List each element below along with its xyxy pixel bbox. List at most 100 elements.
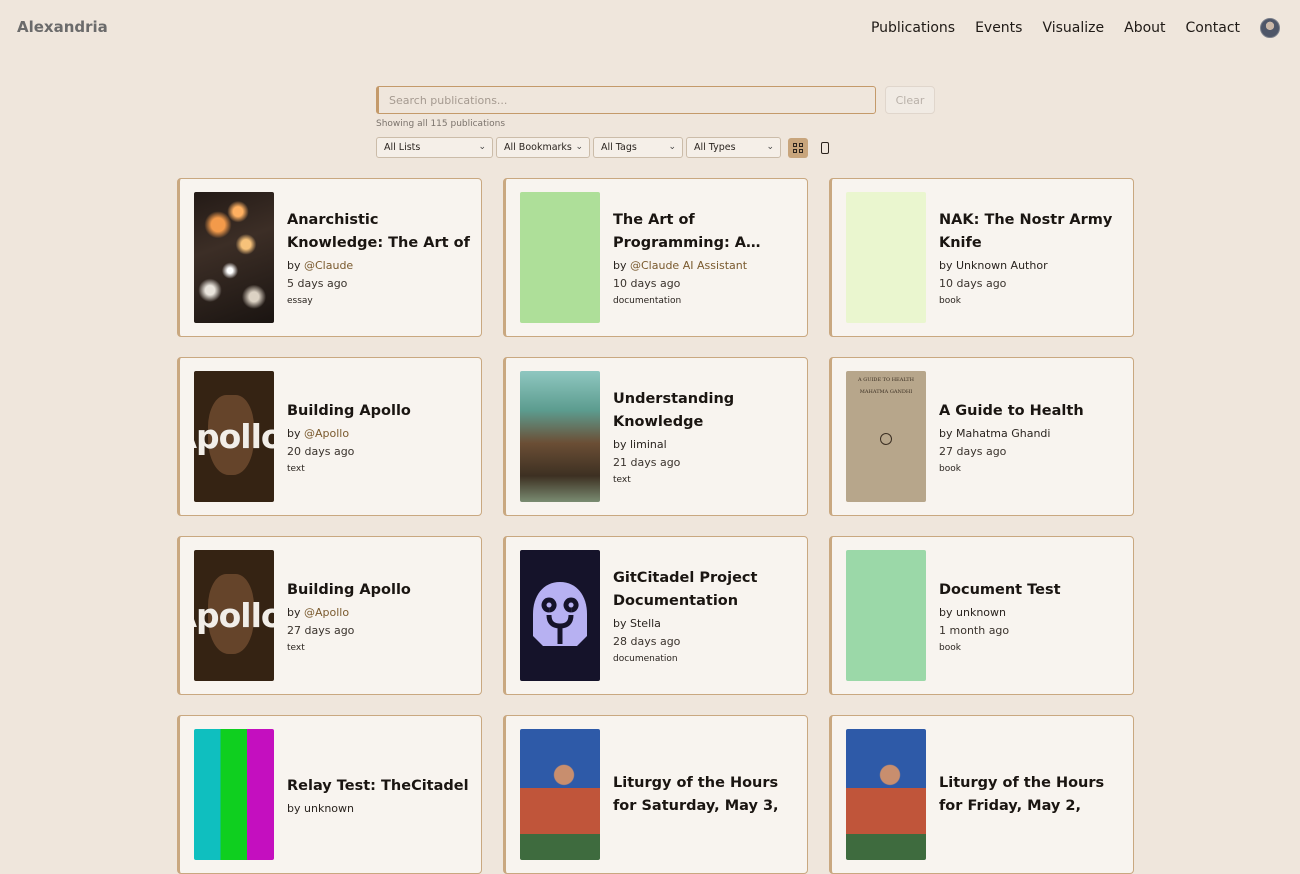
author-name-link[interactable]: @Claude AI Assistant bbox=[630, 259, 747, 272]
publication-card[interactable]: The Art of Programming: A… by @Claude AI … bbox=[503, 178, 808, 337]
publication-cover-image bbox=[520, 550, 600, 681]
seal-icon bbox=[880, 433, 892, 445]
publication-card[interactable]: GitCitadel Project Documentation by Stell… bbox=[503, 536, 808, 695]
publication-cover-image bbox=[520, 192, 600, 323]
author-name-link[interactable]: @Claude bbox=[304, 259, 353, 272]
publication-card[interactable]: Relay Test: TheCitadel by unknown bbox=[177, 715, 482, 874]
publication-type: documentation bbox=[613, 296, 682, 306]
publication-age: 27 days ago bbox=[287, 623, 355, 637]
publication-title[interactable]: Document Test bbox=[939, 579, 1123, 602]
publication-author: by @Apollo bbox=[287, 427, 471, 440]
publication-author: by @Claude AI Assistant bbox=[613, 259, 797, 272]
publication-grid: Anarchistic Knowledge: The Art of Thinki… bbox=[177, 178, 1134, 874]
publication-info: NAK: The Nostr Army Knife by Unknown Auth… bbox=[939, 179, 1123, 336]
publication-card[interactable]: Apollo Building Apollo by @Apollo 20 days a… bbox=[177, 357, 482, 516]
publication-title[interactable]: The Art of Programming: A… bbox=[613, 209, 797, 255]
publication-author: by Unknown Author bbox=[939, 259, 1123, 272]
publication-age: 1 month ago bbox=[939, 623, 1010, 637]
publication-age: 20 days ago bbox=[287, 444, 355, 458]
chevron-down-icon: ⌄ bbox=[766, 142, 774, 152]
publication-type: book bbox=[939, 296, 961, 306]
cover-author-text: MAHATMA GANDHI bbox=[859, 389, 913, 395]
publication-cover-image bbox=[194, 729, 274, 860]
clear-button[interactable]: Clear bbox=[885, 86, 935, 114]
search-bar: Clear bbox=[376, 86, 936, 114]
author-prefix: by bbox=[287, 801, 304, 815]
publication-title[interactable]: Relay Test: TheCitadel bbox=[287, 775, 471, 798]
publication-type: book bbox=[939, 642, 961, 653]
publication-author: by @Claude bbox=[287, 259, 471, 272]
publication-card[interactable]: Document Test by unknown 1 month ago book bbox=[829, 536, 1134, 695]
user-avatar[interactable] bbox=[1260, 18, 1280, 38]
publication-author: by Stella bbox=[613, 617, 797, 630]
publication-age: 10 days ago bbox=[939, 277, 1007, 290]
publication-type: book bbox=[939, 463, 961, 474]
publication-title[interactable]: GitCitadel Project Documentation bbox=[613, 567, 797, 613]
publication-cover-image bbox=[846, 192, 926, 323]
publication-author: by liminal bbox=[613, 438, 797, 451]
citadel-helmet-icon bbox=[533, 581, 587, 646]
author-name-link: liminal bbox=[630, 438, 667, 451]
publication-title[interactable]: Building Apollo bbox=[287, 400, 471, 423]
publication-title[interactable]: Anarchistic Knowledge: The Art of Thinki… bbox=[287, 209, 471, 255]
publication-info: Anarchistic Knowledge: The Art of Thinki… bbox=[287, 179, 471, 336]
publication-cover-image: Apollo bbox=[194, 550, 274, 681]
publication-title[interactable]: A Guide to Health bbox=[939, 400, 1123, 423]
publication-card[interactable]: Liturgy of the Hours for Saturday, May 3… bbox=[503, 715, 808, 874]
author-name-link: Stella bbox=[630, 617, 661, 630]
types-filter-select[interactable]: All Types ⌄ bbox=[686, 137, 781, 158]
author-name-link[interactable]: @Apollo bbox=[304, 427, 349, 440]
publication-info: Relay Test: TheCitadel by unknown bbox=[287, 716, 471, 873]
chevron-down-icon: ⌄ bbox=[668, 142, 676, 152]
publication-card[interactable]: NAK: The Nostr Army Knife by Unknown Auth… bbox=[829, 178, 1134, 337]
publication-cover-image bbox=[846, 550, 926, 681]
publication-cover-image bbox=[520, 371, 600, 502]
author-prefix: by bbox=[287, 605, 304, 619]
publication-cover-image bbox=[194, 192, 274, 323]
publication-card[interactable]: Apollo Building Apollo by @Apollo 27 days a… bbox=[177, 536, 482, 695]
author-name-link: unknown bbox=[956, 605, 1006, 619]
tags-filter-value: All Tags bbox=[601, 142, 637, 153]
author-name-link: Unknown Author bbox=[956, 259, 1048, 272]
grid-view-button[interactable] bbox=[788, 137, 808, 158]
publication-type: text bbox=[287, 463, 305, 474]
publication-info: The Art of Programming: A… by @Claude AI … bbox=[613, 179, 797, 336]
publication-type: text bbox=[613, 475, 631, 485]
brand-logo[interactable]: Alexandria bbox=[17, 18, 108, 36]
publication-type: documenation bbox=[613, 654, 678, 664]
publication-author: by unknown bbox=[939, 606, 1123, 619]
publication-info: Building Apollo by @Apollo 20 days ago text bbox=[287, 358, 471, 515]
publication-title[interactable]: Understanding Knowledge bbox=[613, 388, 797, 434]
publication-title[interactable]: Liturgy of the Hours for Friday, May 2, … bbox=[939, 772, 1123, 818]
nav-contact[interactable]: Contact bbox=[1186, 20, 1240, 36]
publication-author: by @Apollo bbox=[287, 606, 471, 619]
author-name-link[interactable]: @Apollo bbox=[304, 606, 349, 619]
publication-cover-image bbox=[846, 729, 926, 860]
bookmarks-filter-select[interactable]: All Bookmarks ⌄ bbox=[496, 137, 590, 158]
search-input[interactable] bbox=[376, 86, 876, 114]
cover-title-text: A GUIDE TO HEALTH bbox=[858, 377, 914, 383]
tablet-icon bbox=[821, 141, 829, 154]
publication-info: Building Apollo by @Apollo 27 days ago text bbox=[287, 537, 471, 694]
chevron-down-icon: ⌄ bbox=[478, 142, 486, 152]
publication-card[interactable]: A GUIDE TO HEALTH MAHATMA GANDHI A Guide t… bbox=[829, 357, 1134, 516]
publication-card[interactable]: Understanding Knowledge by liminal 21 days… bbox=[503, 357, 808, 516]
nav-visualize[interactable]: Visualize bbox=[1042, 20, 1104, 36]
publication-cover-image: Apollo bbox=[194, 371, 274, 502]
publication-card[interactable]: Anarchistic Knowledge: The Art of Thinki… bbox=[177, 178, 482, 337]
tags-filter-select[interactable]: All Tags ⌄ bbox=[593, 137, 683, 158]
author-prefix: by bbox=[939, 426, 956, 440]
publication-card[interactable]: Liturgy of the Hours for Friday, May 2, … bbox=[829, 715, 1134, 874]
publication-title[interactable]: Building Apollo bbox=[287, 579, 471, 602]
list-view-button[interactable] bbox=[815, 138, 835, 158]
cover-logo-text: Apollo bbox=[194, 417, 274, 456]
publication-title[interactable]: Liturgy of the Hours for Saturday, May 3… bbox=[613, 772, 797, 818]
publication-author: by Mahatma Ghandi bbox=[939, 427, 1123, 440]
publication-cover-image: A GUIDE TO HEALTH MAHATMA GANDHI bbox=[846, 371, 926, 502]
nav-events[interactable]: Events bbox=[975, 20, 1022, 36]
nav-publications[interactable]: Publications bbox=[871, 20, 955, 36]
filter-bar: All Lists ⌄ All Bookmarks ⌄ All Tags ⌄ A… bbox=[376, 137, 835, 158]
publication-title[interactable]: NAK: The Nostr Army Knife bbox=[939, 209, 1123, 255]
lists-filter-select[interactable]: All Lists ⌄ bbox=[376, 137, 493, 158]
nav-about[interactable]: About bbox=[1124, 20, 1165, 36]
